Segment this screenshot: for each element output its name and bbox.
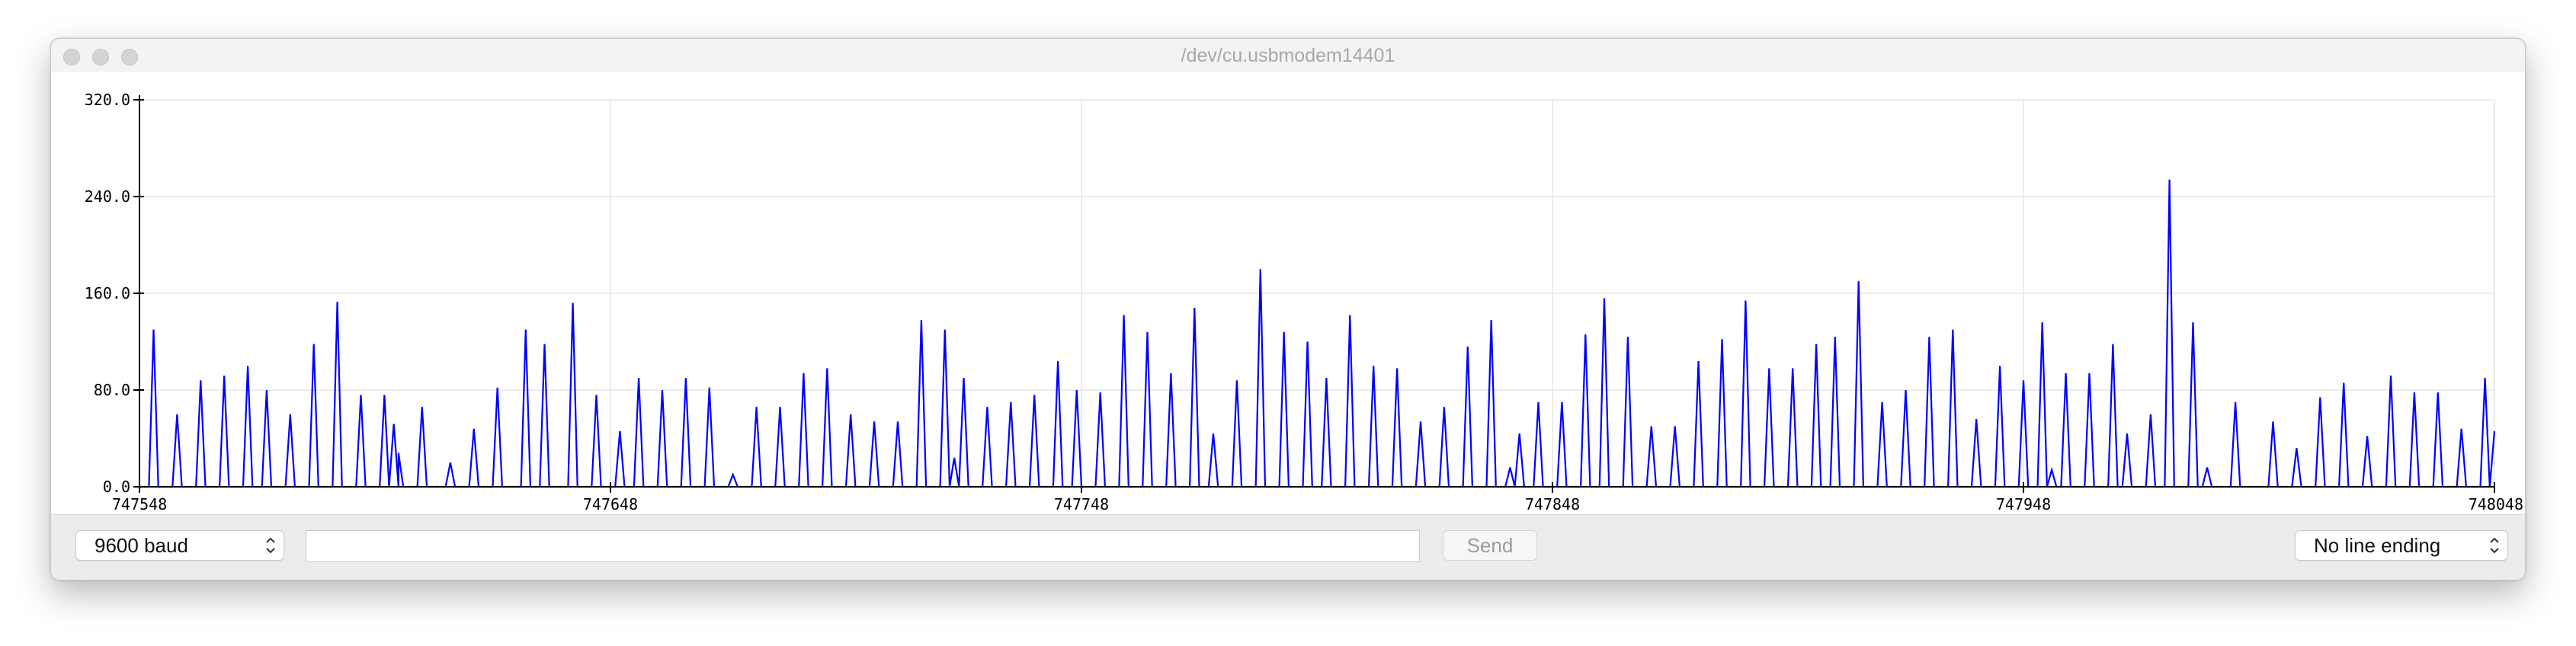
y-tick-label: 80.0 bbox=[94, 381, 130, 399]
y-tick-label: 0.0 bbox=[103, 478, 130, 496]
updown-chevron-icon bbox=[266, 537, 275, 554]
data-series-line bbox=[139, 179, 2496, 488]
baud-rate-label: 9600 baud bbox=[95, 534, 188, 557]
serial-plot-chart: 0.0 80.0 160.0 240.0 320.0 747548 747648 747748… bbox=[85, 91, 2523, 513]
x-tick-label: 747648 bbox=[583, 495, 638, 513]
baud-rate-select[interactable]: 9600 baud bbox=[75, 530, 284, 561]
y-tick-label: 240.0 bbox=[85, 187, 130, 206]
x-tick-label: 747748 bbox=[1054, 495, 1109, 513]
line-ending-label: No line ending bbox=[2314, 534, 2441, 557]
serial-input-field[interactable] bbox=[306, 530, 1420, 562]
x-tick-label: 748048 bbox=[2469, 495, 2523, 513]
y-tick-label: 160.0 bbox=[85, 284, 130, 302]
plot-area: 0.0 80.0 160.0 240.0 320.0 747548 747648 747748… bbox=[51, 72, 2525, 514]
line-ending-select[interactable]: No line ending bbox=[2295, 530, 2508, 561]
send-button[interactable]: Send bbox=[1443, 530, 1537, 561]
x-tick-label: 747948 bbox=[1996, 495, 2051, 513]
updown-chevron-icon bbox=[2490, 537, 2499, 554]
title-bar: /dev/cu.usbmodem14401 bbox=[51, 39, 2525, 73]
x-tick-label: 747548 bbox=[112, 495, 167, 513]
serial-plotter-window: /dev/cu.usbmodem14401 0.0 80.0 160.0 240.0 3… bbox=[50, 38, 2526, 580]
y-tick-label: 320.0 bbox=[85, 91, 130, 109]
bottom-toolbar: 9600 baud Send No line ending bbox=[51, 514, 2525, 580]
window-title: /dev/cu.usbmodem14401 bbox=[1181, 45, 1395, 66]
x-tick-label: 747848 bbox=[1525, 495, 1580, 513]
